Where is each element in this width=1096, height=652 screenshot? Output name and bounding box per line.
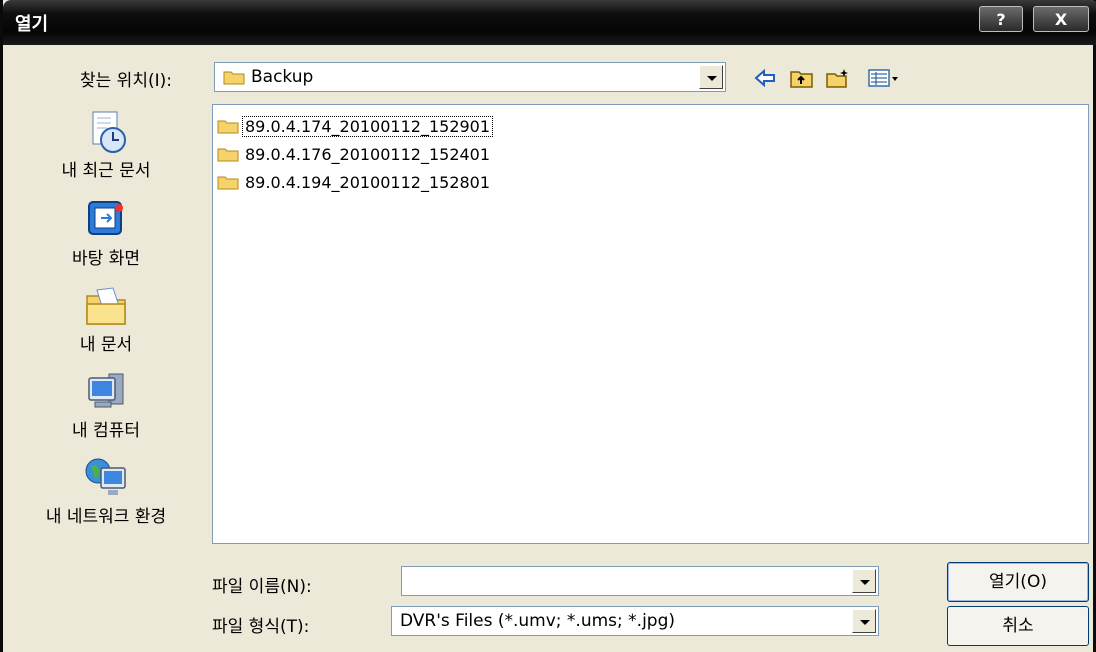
folder-icon xyxy=(217,120,239,134)
title-bar[interactable]: 열기 ? X xyxy=(3,0,1096,45)
cancel-button[interactable]: 취소 xyxy=(947,606,1089,646)
file-name-input[interactable] xyxy=(401,566,879,596)
folder-icon xyxy=(217,176,239,190)
place-label: 내 네트워크 환경 xyxy=(45,507,167,527)
look-in-value: Backup xyxy=(251,67,314,87)
place-my-computer[interactable]: 내 컴퓨터 xyxy=(6,370,206,441)
file-name: 89.0.4.174_20100112_152901 xyxy=(241,115,494,137)
place-recent-documents[interactable]: 내 최근 문서 xyxy=(6,110,206,181)
close-button[interactable]: X xyxy=(1033,6,1089,32)
chevron-down-icon[interactable] xyxy=(699,65,723,89)
file-type-select[interactable]: DVR's Files (*.umv; *.ums; *.jpg) xyxy=(391,606,879,636)
desktop-icon xyxy=(83,198,129,242)
my-documents-icon xyxy=(83,284,129,328)
dialog-title: 열기 xyxy=(15,14,49,35)
places-bar: 내 최근 문서 바탕 화면 내 문서 내 컴퓨터 내 네트워크 환경 xyxy=(6,100,206,540)
list-item[interactable]: 89.0.4.174_20100112_152901 xyxy=(217,113,494,139)
chevron-down-icon[interactable] xyxy=(852,609,876,633)
chevron-down-icon[interactable] xyxy=(852,569,876,593)
up-folder-icon[interactable] xyxy=(789,67,815,89)
place-label: 내 문서 xyxy=(79,335,133,355)
help-button[interactable]: ? xyxy=(979,6,1023,32)
view-menu-icon[interactable] xyxy=(867,67,901,89)
file-type-label: 파일 형식(T): xyxy=(212,617,310,637)
place-label: 내 최근 문서 xyxy=(61,161,151,181)
place-label: 바탕 화면 xyxy=(72,249,140,269)
recent-documents-icon xyxy=(83,110,129,154)
look-in-label: 찾는 위치(I): xyxy=(80,71,172,91)
file-type-value: DVR's Files (*.umv; *.ums; *.jpg) xyxy=(400,611,676,631)
look-in-combo[interactable]: Backup xyxy=(214,62,726,92)
back-icon[interactable] xyxy=(753,67,779,89)
file-list[interactable]: 89.0.4.174_20100112_152901 89.0.4.176_20… xyxy=(212,104,1089,544)
folder-icon xyxy=(217,148,239,162)
open-button[interactable]: 열기(O) xyxy=(947,562,1089,602)
open-file-dialog: 열기 ? X 찾는 위치(I): Backup 내 최근 문서 바탕 화면 내 … xyxy=(0,0,1096,652)
place-desktop[interactable]: 바탕 화면 xyxy=(6,198,206,269)
list-item[interactable]: 89.0.4.176_20100112_152401 xyxy=(217,141,492,167)
my-computer-icon xyxy=(83,370,129,414)
file-name: 89.0.4.176_20100112_152401 xyxy=(245,144,491,164)
new-folder-icon[interactable] xyxy=(825,67,851,89)
folder-icon xyxy=(223,69,245,89)
file-name-label: 파일 이름(N): xyxy=(212,577,312,597)
place-label: 내 컴퓨터 xyxy=(72,421,140,441)
network-places-icon xyxy=(83,456,129,500)
list-item[interactable]: 89.0.4.194_20100112_152801 xyxy=(217,169,492,195)
file-name: 89.0.4.194_20100112_152801 xyxy=(245,172,491,192)
place-network[interactable]: 내 네트워크 환경 xyxy=(6,456,206,527)
place-my-documents[interactable]: 내 문서 xyxy=(6,284,206,355)
